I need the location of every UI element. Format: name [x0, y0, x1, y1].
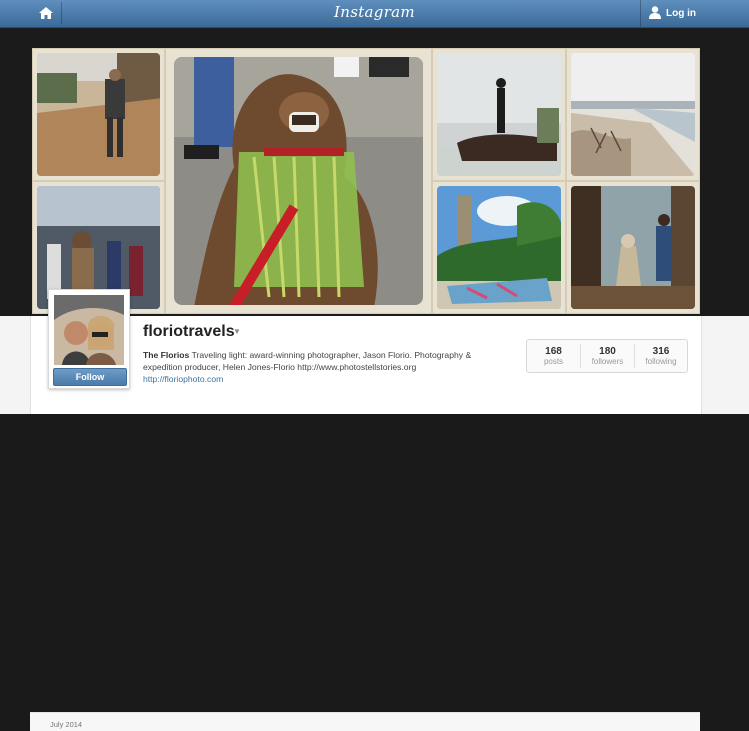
photo-image	[571, 53, 695, 176]
stat-count: 180	[599, 346, 616, 357]
profile-website-link[interactable]: http://floriophoto.com	[143, 374, 223, 384]
top-navigation-bar: Instagram Log in	[0, 0, 749, 28]
photo-image	[437, 53, 561, 176]
stat-following[interactable]: 316 following	[635, 340, 687, 372]
profile-username: floriotravels	[143, 323, 235, 340]
photo-image	[37, 53, 160, 176]
photo-image	[437, 186, 561, 309]
follow-button[interactable]: Follow	[53, 368, 127, 386]
photo-grid-header	[0, 28, 749, 316]
photo-image	[174, 57, 423, 305]
photo-image	[571, 186, 695, 309]
avatar[interactable]	[54, 295, 124, 365]
profile-stats: 168 posts 180 followers 316 following	[526, 339, 688, 373]
user-icon	[649, 6, 661, 19]
stat-label: posts	[543, 357, 564, 366]
photo-tile-photographer[interactable]	[32, 48, 165, 181]
stat-count: 168	[545, 346, 562, 357]
chevron-down-icon[interactable]: ▼	[233, 327, 241, 336]
login-button[interactable]: Log in	[640, 0, 710, 27]
photo-tile-beach[interactable]	[566, 48, 700, 181]
photo-tile-figure-on-rock[interactable]	[432, 48, 566, 181]
photo-tile-bear-costume[interactable]	[165, 48, 432, 314]
bio-name: The Florios	[143, 350, 190, 360]
stat-label: following	[645, 357, 677, 366]
login-label: Log in	[666, 8, 696, 19]
stat-followers[interactable]: 180 followers	[581, 340, 634, 372]
date-divider: July 2014	[30, 712, 700, 731]
stat-count: 316	[652, 346, 670, 357]
photo-tile-tower[interactable]	[432, 181, 566, 314]
photo-tile-costume-figure[interactable]	[566, 181, 700, 314]
stat-label: followers	[591, 357, 624, 366]
date-label: July 2014	[50, 720, 83, 729]
bio-text: Traveling light: award-winning photograp…	[143, 350, 472, 372]
profile-bio: The Florios Traveling light: award-winni…	[143, 349, 503, 373]
profile-avatar-card: Follow	[48, 289, 130, 389]
instagram-logo[interactable]: Instagram	[0, 3, 749, 21]
stat-posts[interactable]: 168 posts	[527, 340, 580, 372]
